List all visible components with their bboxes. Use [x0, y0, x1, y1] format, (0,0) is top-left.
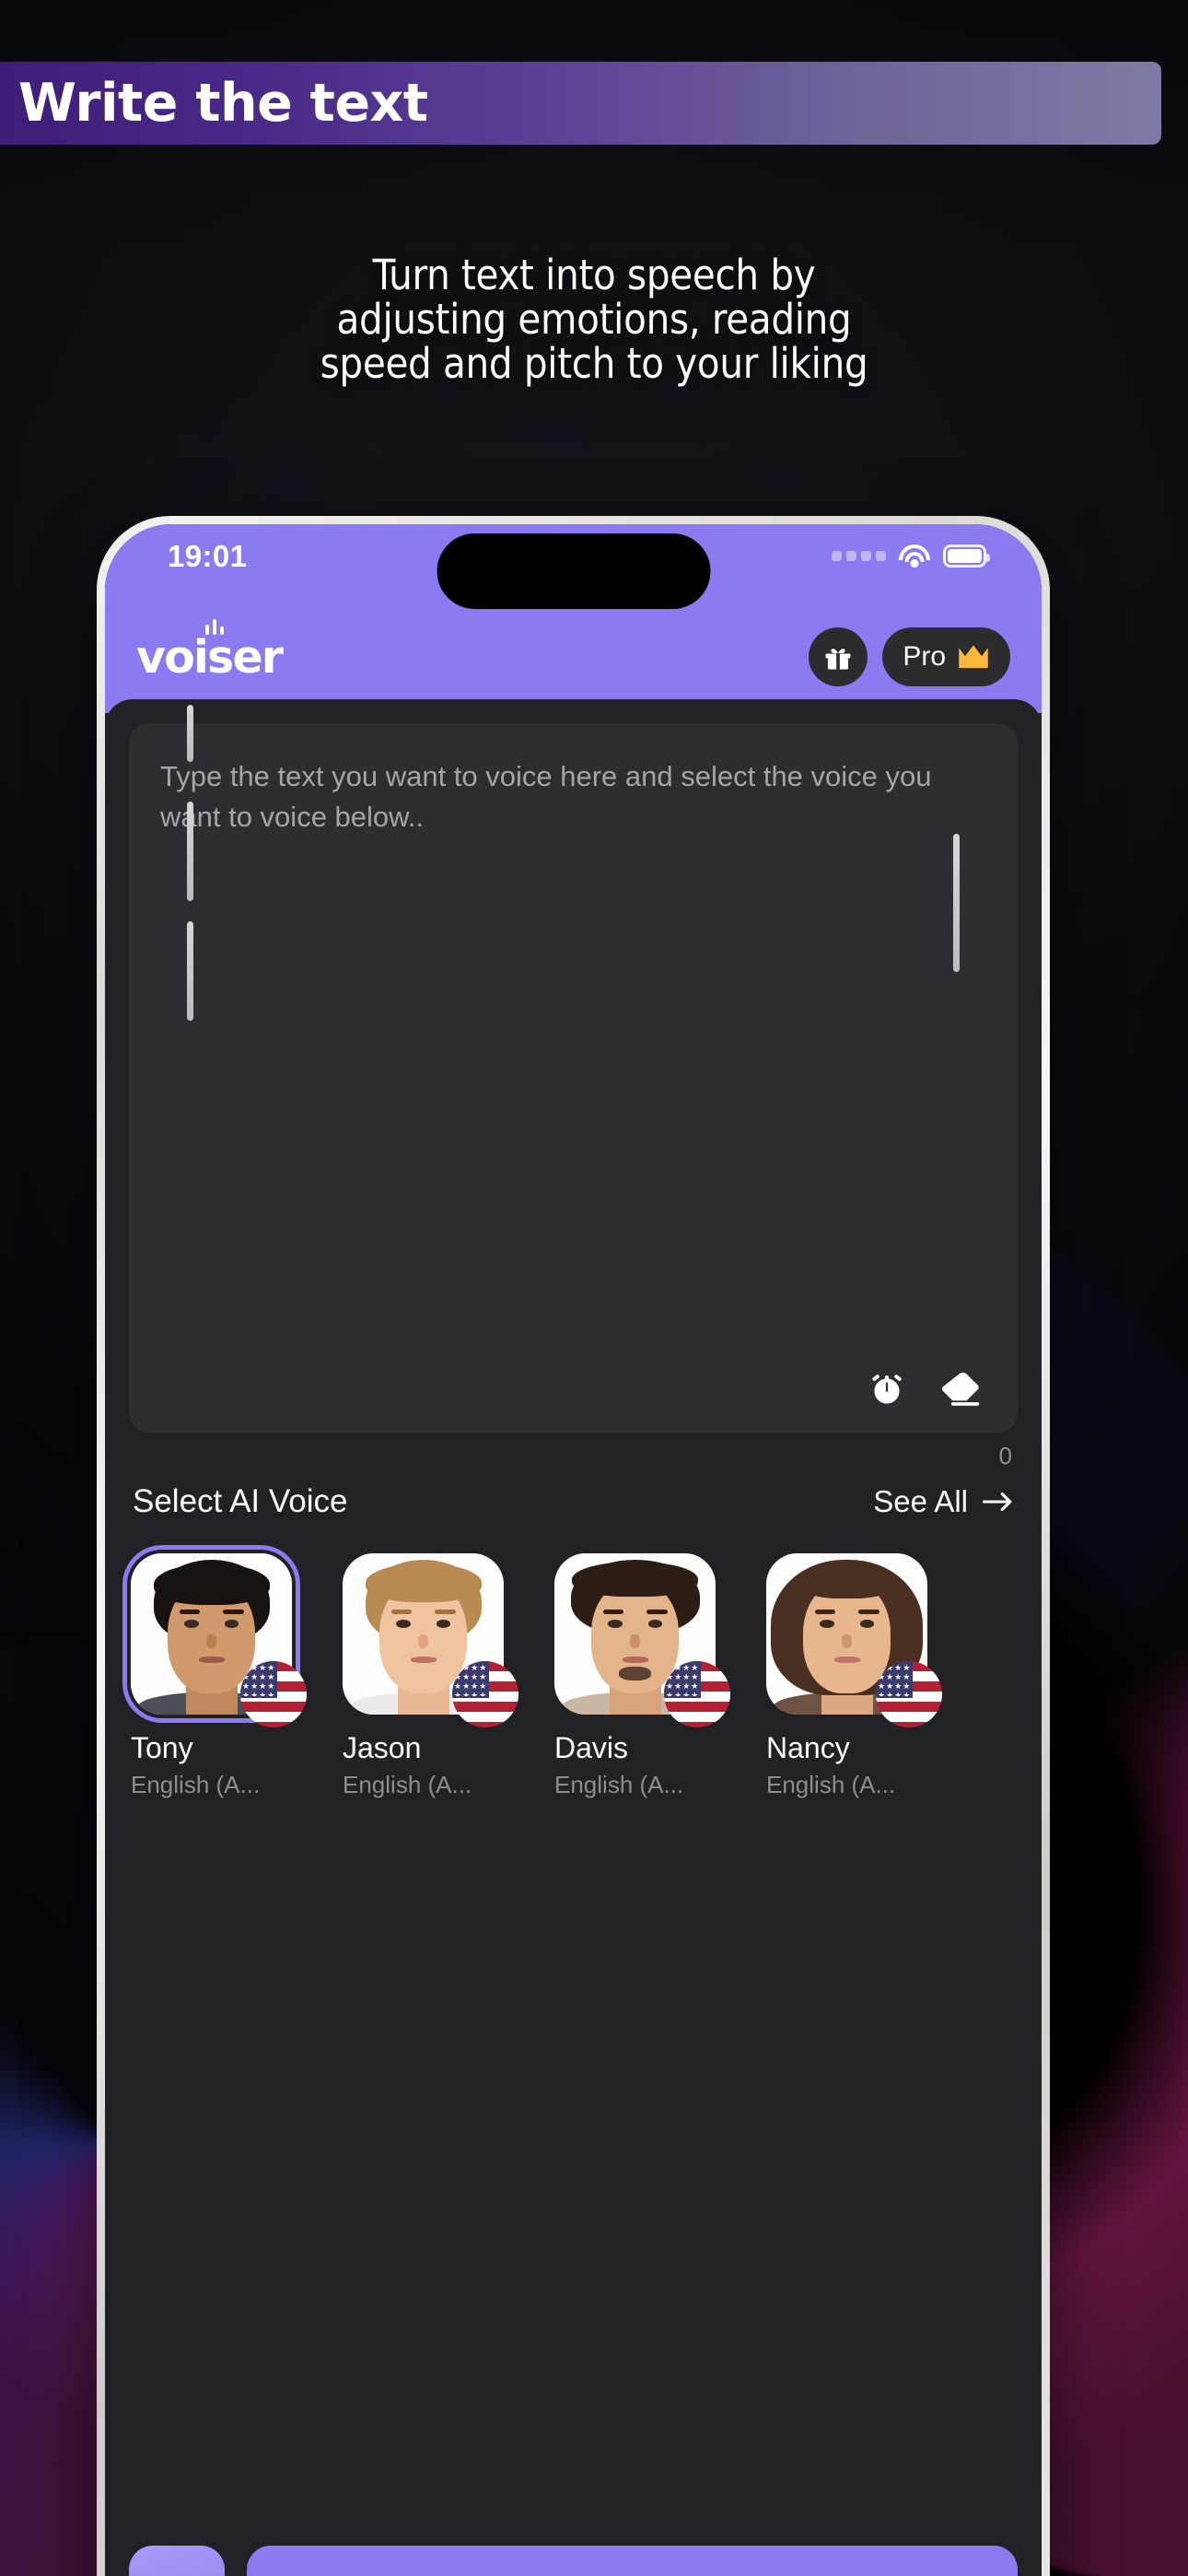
voices-section-title: Select AI Voice — [133, 1483, 348, 1519]
pro-button-label: Pro — [903, 641, 946, 672]
voice-card[interactable]: ★★★★ ★★★★ ★★★★ ★★★★ Nancy English (A... — [766, 1553, 955, 1799]
promo-subtitle: Turn text into speech by adjusting emoti… — [51, 251, 1137, 389]
header-actions: Pro — [809, 627, 1010, 686]
us-flag-icon: ★★★★ ★★★★ ★★★★ ★★★★ — [664, 1661, 730, 1727]
voice-language: English (A... — [554, 1771, 684, 1798]
eraser-icon[interactable] — [938, 1368, 983, 1409]
see-all-label: See All — [873, 1484, 968, 1518]
generate-button[interactable]: Generate — [247, 2546, 1018, 2576]
dynamic-island — [437, 533, 710, 609]
status-bar-clock: 19:01 — [168, 539, 248, 573]
alarm-clock-icon[interactable] — [867, 1368, 907, 1409]
signal-dots-icon — [832, 551, 886, 561]
avatar-wrapper: ★★★★ ★★★★ ★★★★ ★★★★ — [122, 1545, 307, 1727]
avatar-wrapper: ★★★★ ★★★★ ★★★★ ★★★★ — [766, 1553, 942, 1727]
app-content: Type the text you want to voice here and… — [105, 699, 1042, 2576]
us-flag-icon: ★★★★ ★★★★ ★★★★ ★★★★ — [452, 1661, 518, 1727]
promo-subtitle-line-1: Turn text into speech by — [372, 251, 816, 299]
see-all-button[interactable]: See All — [873, 1484, 1014, 1519]
status-bar-indicators — [832, 544, 990, 568]
gift-icon — [825, 649, 851, 670]
phone-mute-switch — [187, 705, 193, 762]
phone-volume-up-button — [187, 802, 193, 901]
promo-screenshot: Write the text Turn text into speech by … — [0, 0, 1188, 2576]
battery-full-icon — [943, 544, 990, 568]
voice-language: English (A... — [131, 1771, 261, 1798]
voice-language: English (A... — [766, 1771, 896, 1798]
us-flag-icon: ★★★★ ★★★★ ★★★★ ★★★★ — [240, 1661, 307, 1727]
voices-section-header: Select AI Voice See All — [129, 1470, 1018, 1520]
voiser-logo: voiser — [136, 618, 284, 684]
phone-screen-frame: 19:01 voiser Pro Type the text you want … — [105, 524, 1042, 2576]
phone-power-button — [953, 834, 960, 972]
app-header: voiser Pro — [105, 602, 1042, 712]
promo-subtitle-line-3: speed and pitch to your liking — [320, 339, 868, 389]
avatar-wrapper: ★★★★ ★★★★ ★★★★ ★★★★ — [554, 1553, 730, 1727]
voice-card[interactable]: ★★★★ ★★★★ ★★★★ ★★★★ Tony English (A... — [122, 1545, 320, 1799]
wifi-icon — [899, 544, 930, 568]
bottom-action-bar: Generate — [129, 2546, 1018, 2576]
avatar-wrapper: ★★★★ ★★★★ ★★★★ ★★★★ — [343, 1553, 518, 1727]
promo-banner: Write the text — [0, 62, 1161, 145]
status-bar: 19:01 — [105, 524, 1042, 609]
promo-subtitle-line-2: adjusting emotions, reading — [336, 295, 852, 345]
voice-settings-button[interactable] — [129, 2546, 225, 2576]
crown-icon — [959, 645, 988, 668]
pro-button[interactable]: Pro — [882, 627, 1010, 686]
voice-list: ★★★★ ★★★★ ★★★★ ★★★★ Tony English (A... ★… — [122, 1520, 1018, 1799]
sound-wave-icon — [205, 618, 224, 635]
phone-mockup: 19:01 voiser Pro Type the text you want … — [97, 516, 1050, 2576]
us-flag-icon: ★★★★ ★★★★ ★★★★ ★★★★ — [876, 1661, 942, 1727]
promo-banner-title: Write the text — [18, 72, 428, 134]
gift-button[interactable] — [809, 627, 868, 686]
app-screen: 19:01 voiser Pro Type the text you want … — [105, 524, 1042, 2576]
voiser-logo-text: voiser — [136, 630, 284, 684]
voice-card[interactable]: ★★★★ ★★★★ ★★★★ ★★★★ Jason English (A... — [343, 1553, 531, 1799]
voice-card[interactable]: ★★★★ ★★★★ ★★★★ ★★★★ Davis English (A... — [554, 1553, 743, 1799]
arrow-right-icon — [983, 1492, 1012, 1512]
text-input-card[interactable]: Type the text you want to voice here and… — [129, 723, 1018, 1433]
voice-language: English (A... — [343, 1771, 472, 1798]
phone-volume-down-button — [187, 921, 193, 1021]
character-counter: 0 — [998, 1442, 1012, 1469]
text-input-tools — [867, 1368, 983, 1409]
text-input-placeholder: Type the text you want to voice here and… — [160, 760, 932, 834]
